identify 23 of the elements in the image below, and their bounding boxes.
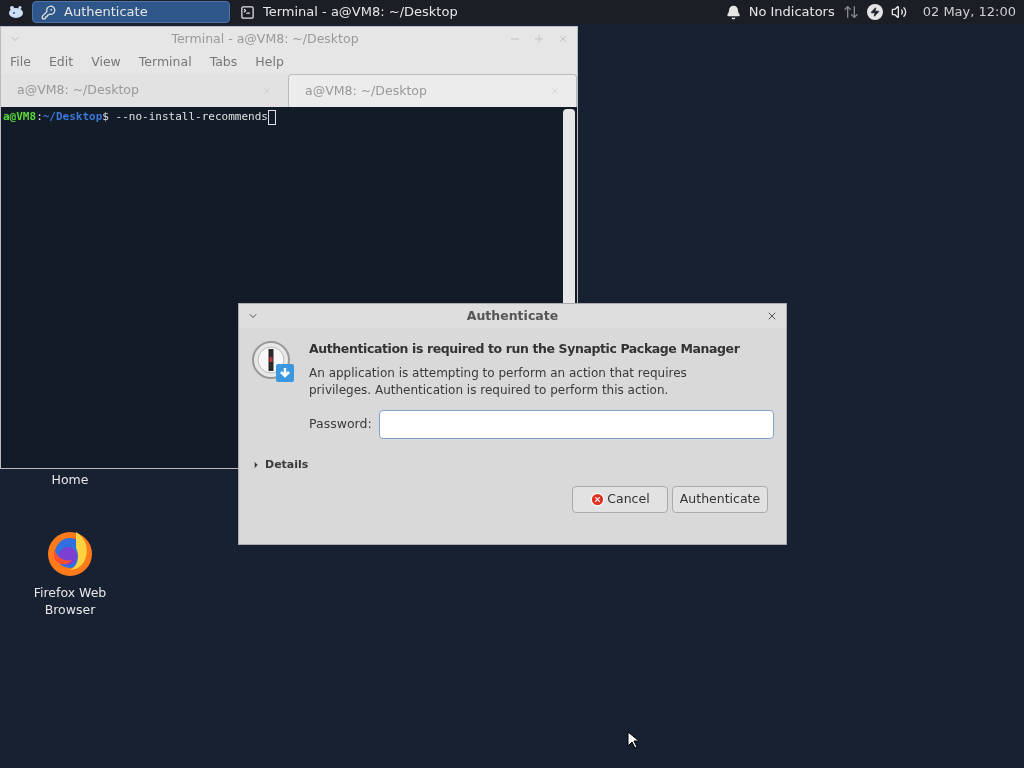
details-expander[interactable]: Details (251, 456, 309, 474)
terminal-line: a@VM8:~/Desktop$ --no-install-recommends (3, 110, 268, 123)
menu-item[interactable]: View (82, 53, 130, 72)
desktop-icon-label[interactable]: Home (51, 471, 89, 490)
taskbar-button[interactable]: Terminal - a@VM8: ~/Desktop (232, 1, 466, 23)
window-title: Terminal - a@VM8: ~/Desktop (170, 29, 360, 48)
menu-item[interactable]: Help (246, 53, 293, 72)
menu-item[interactable]: Edit (39, 53, 83, 72)
password-label: Password: (309, 414, 373, 433)
window-title: Authenticate (465, 306, 560, 325)
dialog-button[interactable]: Cancel (572, 486, 668, 514)
menu-item[interactable]: File (1, 53, 40, 72)
dialog-button[interactable]: Authenticate (672, 486, 768, 514)
menu-item[interactable]: Terminal (129, 53, 201, 72)
indicators-label: No Indicators (748, 3, 835, 22)
dialog-heading: Authentication is required to run the Synaptic Package Manager (309, 340, 741, 358)
dialog-message: An application is attempting to perform an action that requires privileges. Authentication is required to perform this action. (309, 364, 688, 399)
tab-label: a@VM8: ~/Desktop (305, 81, 428, 100)
menu-item[interactable]: Tabs (200, 53, 247, 72)
desktop-icon-label[interactable]: Firefox Web Browser (25, 584, 115, 618)
taskbar-button[interactable]: Authenticate (32, 1, 230, 23)
tab-label: a@VM8: ~/Desktop (17, 81, 140, 100)
clock[interactable]: 02 May, 12:00 (922, 2, 1016, 22)
